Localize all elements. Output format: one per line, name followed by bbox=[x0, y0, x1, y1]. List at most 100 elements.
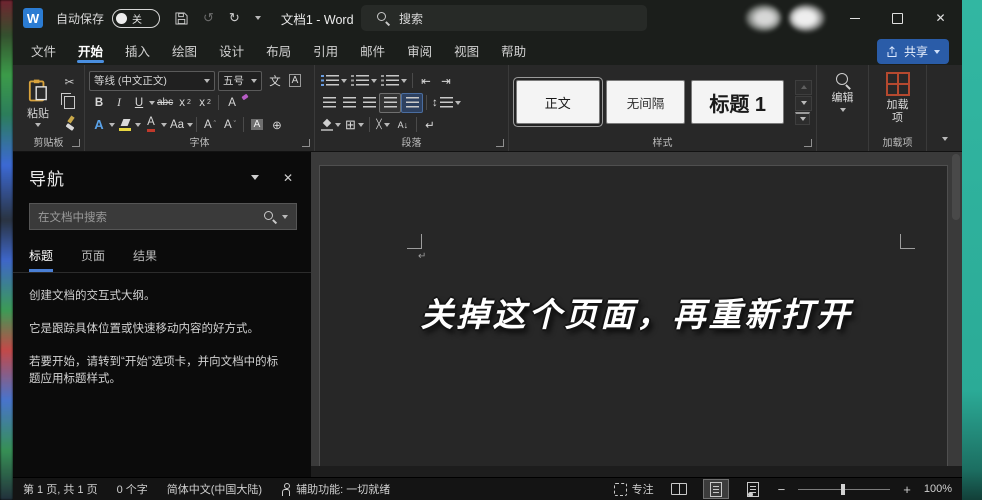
save-icon[interactable] bbox=[175, 11, 188, 25]
numbering-button[interactable] bbox=[349, 72, 379, 90]
autosave-toggle[interactable]: 关 bbox=[112, 8, 161, 28]
align-center-button[interactable] bbox=[339, 94, 359, 112]
font-color-button[interactable]: A bbox=[141, 116, 161, 134]
styles-more-button[interactable] bbox=[795, 111, 810, 125]
style-normal[interactable]: 正文 bbox=[516, 80, 600, 124]
minimize-button[interactable] bbox=[833, 0, 876, 36]
pane-options-chevron-icon[interactable] bbox=[250, 175, 259, 180]
close-pane-icon[interactable]: ✕ bbox=[283, 171, 293, 185]
tab-design[interactable]: 设计 bbox=[208, 36, 255, 65]
chevron-down-icon[interactable] bbox=[839, 107, 846, 112]
addins-button-label[interactable]: 加载项 bbox=[885, 99, 911, 124]
nav-tab-headings[interactable]: 标题 bbox=[29, 247, 54, 272]
distribute-button[interactable] bbox=[401, 92, 423, 113]
shrink-font-button[interactable]: Aˇ bbox=[220, 116, 240, 134]
asian-layout-button[interactable]: ╳ bbox=[373, 116, 393, 134]
copy-icon[interactable] bbox=[61, 92, 75, 109]
read-mode-button[interactable] bbox=[667, 480, 691, 498]
customize-qat-chevron-icon[interactable] bbox=[254, 16, 261, 20]
zoom-level[interactable]: 100% bbox=[924, 483, 952, 495]
tab-references[interactable]: 引用 bbox=[302, 36, 349, 65]
superscript-button[interactable]: x2 bbox=[195, 94, 215, 112]
tab-help[interactable]: 帮助 bbox=[490, 36, 537, 65]
collapse-ribbon-chevron-icon[interactable] bbox=[942, 137, 948, 141]
subscript-button[interactable]: x2 bbox=[175, 94, 195, 112]
align-right-button[interactable] bbox=[359, 94, 379, 112]
change-case-button[interactable]: Aa bbox=[167, 116, 187, 134]
strikethrough-button[interactable]: abc bbox=[155, 94, 175, 112]
tab-draw[interactable]: 绘图 bbox=[161, 36, 208, 65]
nav-tab-results[interactable]: 结果 bbox=[133, 247, 157, 272]
nav-tab-pages[interactable]: 页面 bbox=[81, 247, 105, 272]
highlight-color-button[interactable] bbox=[115, 116, 135, 134]
font-name-combo[interactable]: 等线 (中文正文) bbox=[89, 70, 215, 91]
word-logo-icon[interactable]: W bbox=[23, 8, 43, 28]
grow-font-button[interactable]: Aˆ bbox=[200, 116, 220, 134]
justify-button[interactable] bbox=[379, 92, 401, 113]
search-box[interactable]: 搜索 bbox=[361, 5, 647, 31]
focus-mode-button[interactable]: 专注 bbox=[613, 481, 654, 497]
style-heading1[interactable]: 标题 1 bbox=[691, 80, 784, 124]
tab-mailings[interactable]: 邮件 bbox=[349, 36, 396, 65]
chevron-down-icon[interactable] bbox=[282, 214, 288, 219]
bold-button[interactable]: B bbox=[89, 94, 109, 112]
text-effects-button[interactable]: A bbox=[89, 116, 109, 134]
tab-layout[interactable]: 布局 bbox=[255, 36, 302, 65]
font-size-combo[interactable]: 五号 bbox=[218, 70, 262, 91]
multilevel-list-button[interactable] bbox=[379, 72, 409, 90]
accessibility-status[interactable]: 辅助功能: 一切就绪 bbox=[281, 481, 390, 497]
clipboard-dialog-launcher-icon[interactable] bbox=[72, 139, 80, 147]
show-marks-button[interactable]: ↵ bbox=[420, 116, 440, 134]
sort-button[interactable]: A↓ bbox=[393, 116, 413, 134]
language-status[interactable]: 简体中文(中国大陆) bbox=[167, 481, 262, 497]
format-painter-icon[interactable] bbox=[64, 116, 76, 129]
document-search-input[interactable]: 在文档中搜索 bbox=[29, 203, 297, 230]
cut-icon[interactable]: ✂ bbox=[64, 75, 74, 89]
tab-file[interactable]: 文件 bbox=[20, 36, 67, 65]
word-count-status[interactable]: 0 个字 bbox=[117, 481, 148, 497]
vertical-scrollbar[interactable] bbox=[952, 154, 960, 220]
addins-icon[interactable] bbox=[885, 72, 910, 96]
redo-icon[interactable]: ↻ bbox=[229, 10, 240, 26]
zoom-slider[interactable] bbox=[798, 483, 891, 495]
character-shading-button[interactable]: A bbox=[247, 116, 267, 134]
styles-scroll-down-button[interactable] bbox=[795, 95, 812, 111]
print-layout-button[interactable] bbox=[702, 479, 729, 499]
borders-button[interactable]: ⊞ bbox=[343, 116, 366, 134]
share-button[interactable]: 共享 bbox=[876, 39, 949, 64]
undo-icon[interactable]: ↺ bbox=[203, 10, 214, 26]
styles-scroll-up-button[interactable] bbox=[795, 79, 812, 95]
zoom-out-button[interactable]: − bbox=[778, 482, 786, 497]
editing-label[interactable]: 编辑 bbox=[832, 92, 854, 105]
tab-review[interactable]: 审阅 bbox=[396, 36, 443, 65]
decrease-indent-button[interactable]: ⇤ bbox=[416, 72, 436, 90]
line-spacing-button[interactable]: ↕ bbox=[430, 94, 463, 112]
clear-formatting-button[interactable]: A bbox=[222, 93, 249, 112]
tab-home[interactable]: 开始 bbox=[67, 36, 114, 65]
chevron-down-icon[interactable] bbox=[187, 122, 193, 127]
character-border-button[interactable]: A bbox=[285, 72, 305, 90]
find-icon[interactable] bbox=[835, 73, 851, 89]
bullets-button[interactable] bbox=[319, 72, 349, 90]
avatar[interactable] bbox=[745, 4, 781, 32]
zoom-slider-thumb[interactable] bbox=[840, 483, 845, 495]
enclose-characters-button[interactable]: ⊕ bbox=[267, 116, 287, 134]
avatar[interactable] bbox=[789, 4, 825, 32]
zoom-in-button[interactable]: + bbox=[903, 482, 911, 497]
tab-insert[interactable]: 插入 bbox=[114, 36, 161, 65]
tab-view[interactable]: 视图 bbox=[443, 36, 490, 65]
italic-button[interactable]: I bbox=[109, 94, 129, 112]
style-no-spacing[interactable]: 无间隔 bbox=[605, 80, 686, 124]
styles-dialog-launcher-icon[interactable] bbox=[804, 139, 812, 147]
increase-indent-button[interactable]: ⇥ bbox=[436, 72, 456, 90]
web-layout-button[interactable] bbox=[741, 480, 765, 498]
paragraph-dialog-launcher-icon[interactable] bbox=[496, 139, 504, 147]
phonetic-guide-button[interactable]: 文 bbox=[265, 72, 285, 90]
paste-button[interactable]: 粘贴 bbox=[17, 69, 59, 135]
font-dialog-launcher-icon[interactable] bbox=[302, 139, 310, 147]
page-number-status[interactable]: 第 1 页, 共 1 页 bbox=[23, 481, 98, 497]
shading-button[interactable] bbox=[319, 116, 343, 134]
maximize-button[interactable] bbox=[876, 0, 919, 36]
align-left-button[interactable] bbox=[319, 94, 339, 112]
underline-button[interactable]: U bbox=[129, 94, 149, 112]
